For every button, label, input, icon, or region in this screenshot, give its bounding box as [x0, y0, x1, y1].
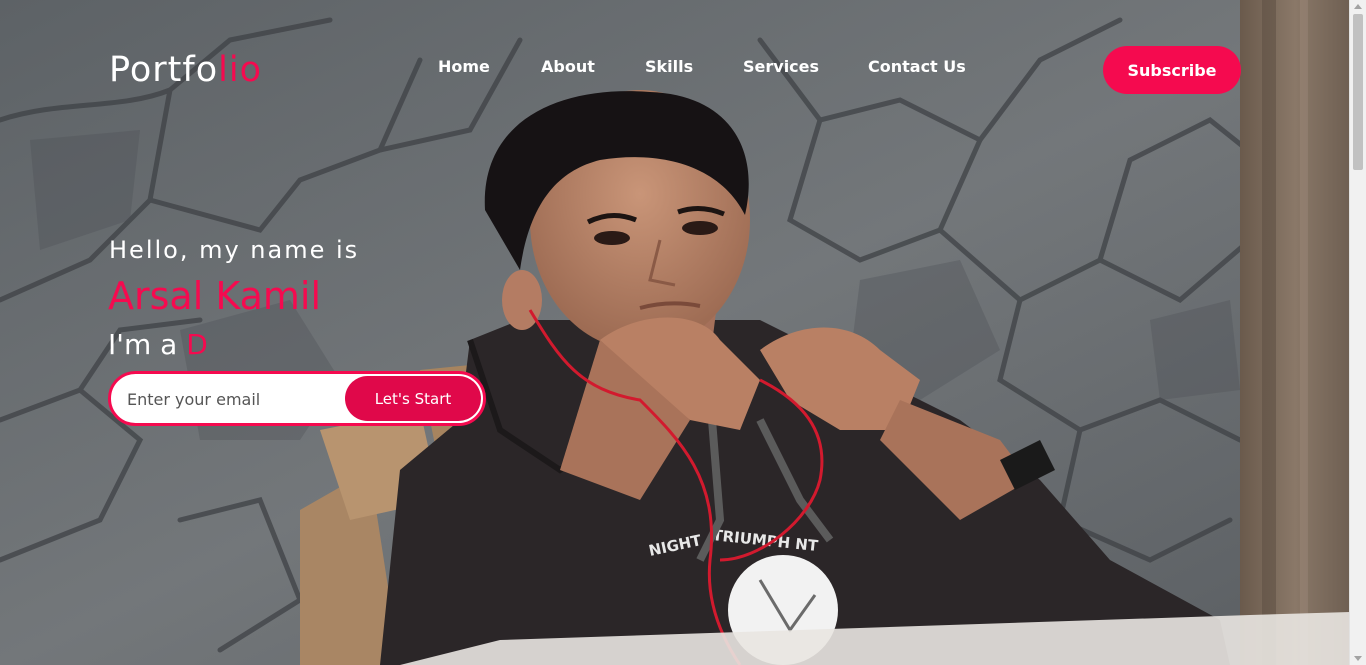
hero-role-prefix: I'm a — [108, 328, 187, 361]
nav-link-services[interactable]: Services — [743, 57, 819, 76]
lets-start-button[interactable]: Let's Start — [345, 376, 481, 421]
logo-text-main: Portfo — [109, 50, 219, 90]
nav-link-contact-us[interactable]: Contact Us — [868, 57, 966, 76]
scrollbar-thumb[interactable] — [1353, 14, 1363, 170]
nav-link-skills[interactable]: Skills — [645, 57, 693, 76]
site-logo[interactable]: Portfolio — [109, 50, 262, 90]
logo-text-accent: lio — [218, 50, 262, 90]
hero-greeting: Hello, my name is — [109, 236, 360, 264]
nav-link-home[interactable]: Home — [438, 57, 490, 76]
page: NIGHT TRIUMPH NT Portfolio Home About Sk… — [0, 0, 1366, 665]
hero-name: Arsal Kamil — [108, 274, 322, 318]
hero-role: I'm a D — [108, 328, 208, 361]
nav-link-about[interactable]: About — [541, 57, 595, 76]
hero-role-typed: D — [186, 328, 208, 361]
scroll-down-arrow-icon[interactable] — [1354, 656, 1362, 661]
email-signup-form: Let's Start — [108, 371, 486, 426]
page-scrollbar[interactable] — [1349, 0, 1366, 665]
email-input[interactable] — [125, 374, 339, 423]
subscribe-button[interactable]: Subscribe — [1103, 46, 1241, 94]
scroll-up-arrow-icon[interactable] — [1354, 4, 1362, 9]
